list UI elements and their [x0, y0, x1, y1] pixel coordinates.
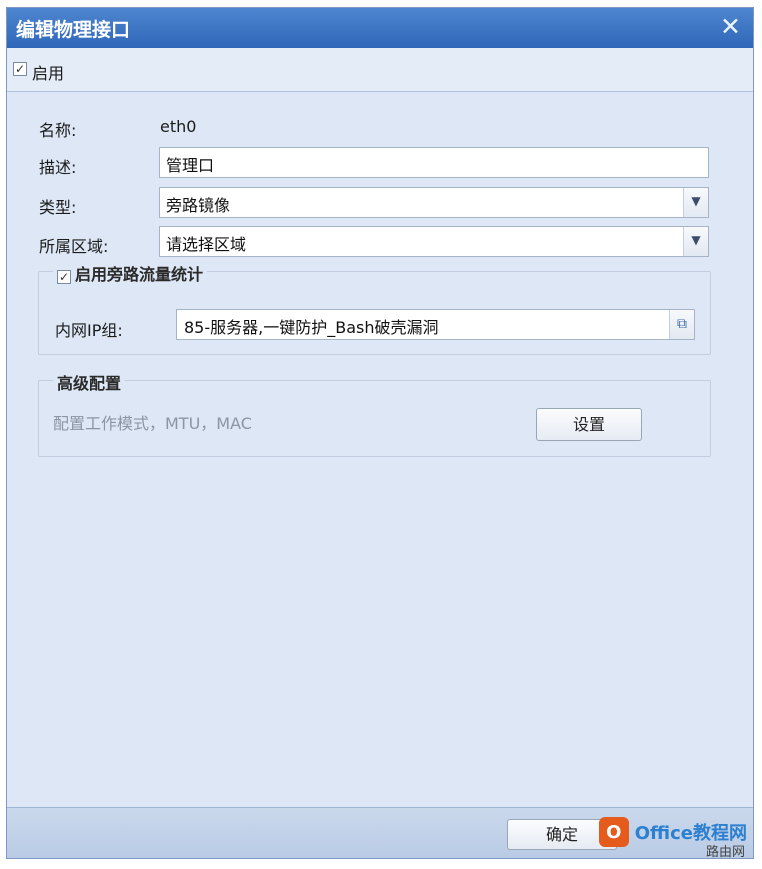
enable-checkbox[interactable]: ✓: [13, 62, 27, 76]
settings-button[interactable]: 设置: [536, 408, 642, 441]
dialog-title: 编辑物理接口: [16, 19, 131, 41]
edit-physical-interface-dialog: 编辑物理接口 ✕ ✓ 启用 名称: eth0 描述: 管理口 类型: 旁路镜像 …: [6, 7, 754, 860]
zone-select[interactable]: 请选择区域 ▼: [159, 226, 709, 257]
office-logo-icon: O: [598, 817, 629, 847]
name-label: 名称:: [39, 121, 77, 140]
enable-bar: ✓ 启用: [7, 48, 753, 92]
chevron-down-icon[interactable]: ▼: [683, 227, 708, 256]
chevron-down-icon[interactable]: ▼: [683, 188, 708, 217]
ip-group-label: 内网IP组:: [55, 321, 123, 340]
name-value: eth0: [160, 117, 197, 136]
bypass-stats-group: ✓ 启用旁路流量统计 内网IP组: 85-服务器,一键防护_Bash破壳漏洞 ⧉: [38, 261, 711, 355]
close-icon[interactable]: ✕: [720, 12, 741, 41]
description-input[interactable]: 管理口: [159, 147, 709, 178]
zone-select-value: 请选择区域: [166, 235, 247, 254]
ip-group-input[interactable]: 85-服务器,一键防护_Bash破壳漏洞 ⧉: [176, 309, 695, 340]
watermark-subtext: 路由网: [705, 845, 745, 860]
advanced-config-description: 配置工作模式，MTU，MAC: [53, 414, 252, 433]
description-label: 描述:: [39, 158, 77, 177]
title-bar: 编辑物理接口 ✕: [7, 8, 753, 48]
type-label: 类型:: [39, 198, 77, 217]
watermark: O Office教程网 路由网: [598, 814, 747, 860]
dialog-footer: 确定 O Office教程网 路由网: [7, 807, 753, 860]
advanced-config-legend: 高级配置: [53, 370, 126, 394]
bypass-stats-checkbox[interactable]: ✓: [57, 270, 71, 284]
type-select-value: 旁路镜像: [166, 196, 231, 215]
advanced-config-group: 高级配置 配置工作模式，MTU，MAC 设置: [38, 370, 711, 457]
bypass-stats-label: 启用旁路流量统计: [75, 265, 204, 284]
bypass-stats-legend: ✓ 启用旁路流量统计: [53, 261, 208, 285]
type-select[interactable]: 旁路镜像 ▼: [159, 187, 709, 218]
zone-label: 所属区域:: [39, 237, 109, 256]
ip-group-value: 85-服务器,一键防护_Bash破壳漏洞: [184, 318, 439, 337]
ip-picker-icon[interactable]: ⧉: [669, 310, 694, 339]
enable-label: 启用: [32, 64, 65, 83]
